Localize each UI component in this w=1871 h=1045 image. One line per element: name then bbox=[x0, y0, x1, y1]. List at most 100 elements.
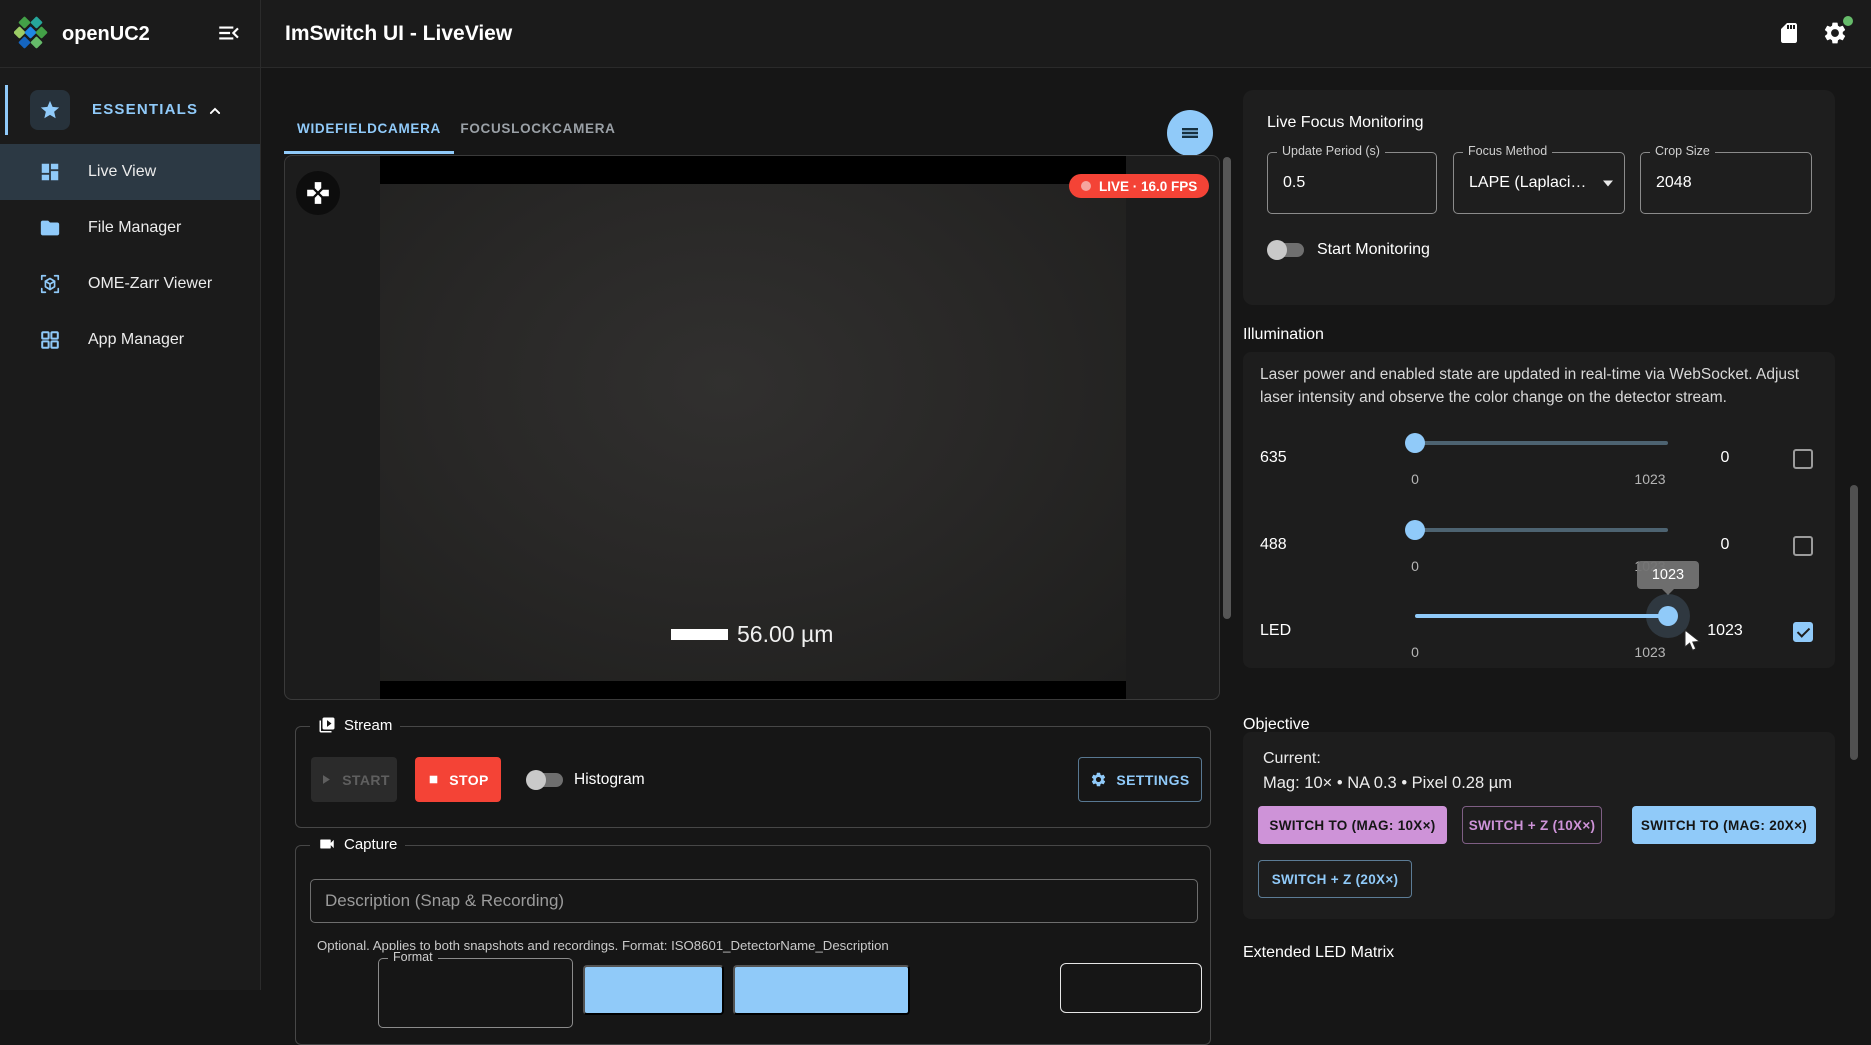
objective-current-value: Mag: 10× • NA 0.3 • Pixel 0.28 µm bbox=[1263, 774, 1512, 793]
stream-legend: Stream bbox=[310, 716, 400, 734]
sidebar-item-label: App Manager bbox=[88, 312, 184, 368]
sidebar-item-label: File Manager bbox=[88, 200, 181, 256]
essentials-badge bbox=[30, 90, 70, 130]
sidebar-section-essentials[interactable]: ESSENTIALS bbox=[0, 85, 260, 135]
slider-max-label: 1023 bbox=[1628, 644, 1672, 660]
sidebar-item-live-view[interactable]: Live View bbox=[0, 144, 260, 200]
capture-action-button-3[interactable] bbox=[1060, 963, 1202, 1013]
sidebar-item-file-manager[interactable]: File Manager bbox=[0, 200, 260, 256]
format-select[interactable]: Format bbox=[378, 958, 573, 1028]
scale-bar-label: 56.00 µm bbox=[737, 621, 833, 648]
update-period-field[interactable]: Update Period (s) 0.5 bbox=[1267, 152, 1437, 214]
capture-action-button-1[interactable] bbox=[583, 965, 724, 1015]
section-label: ESSENTIALS bbox=[92, 85, 198, 135]
chevron-up-icon[interactable] bbox=[205, 101, 225, 121]
update-period-value: 0.5 bbox=[1283, 153, 1408, 213]
cursor-pointer bbox=[1683, 629, 1705, 653]
laser-488-slider[interactable] bbox=[1415, 528, 1668, 532]
slider-value-tooltip: 1023 bbox=[1637, 561, 1699, 589]
start-stream-button[interactable]: START bbox=[311, 757, 397, 802]
viewer-menu-button[interactable] bbox=[1167, 110, 1213, 156]
illumination-heading: Illumination bbox=[1243, 326, 1324, 344]
page-title: ImSwitch UI - LiveView bbox=[285, 0, 512, 67]
slider-min-label: 0 bbox=[1395, 644, 1435, 660]
histogram-toggle[interactable] bbox=[526, 768, 566, 792]
laser-635-enable-checkbox[interactable] bbox=[1793, 449, 1813, 469]
tab-focuslockcamera[interactable]: FOCUSLOCKCAMERA bbox=[460, 106, 616, 151]
stop-icon bbox=[427, 773, 440, 786]
switch-z-20x-button[interactable]: SWITCH + Z (20X×) bbox=[1258, 860, 1412, 898]
pan-control-button[interactable] bbox=[296, 171, 340, 215]
live-status-badge: LIVE · 16.0 FPS bbox=[1069, 174, 1209, 198]
live-view-panel: LIVE · 16.0 FPS 56.00 µm bbox=[284, 155, 1220, 700]
star-icon bbox=[39, 99, 61, 121]
laser-635-slider[interactable] bbox=[1415, 441, 1668, 445]
start-monitoring-toggle[interactable] bbox=[1267, 238, 1307, 262]
stream-settings-button[interactable]: SETTINGS bbox=[1078, 757, 1202, 802]
brand-name: openUC2 bbox=[62, 0, 150, 68]
sidebar-collapse-button[interactable] bbox=[214, 20, 244, 48]
illumination-card: Laser power and enabled state are update… bbox=[1243, 352, 1835, 668]
tab-label: WIDEFIELDCAMERA bbox=[297, 121, 441, 136]
pan-dpad-icon bbox=[305, 180, 331, 206]
play-icon bbox=[318, 772, 333, 787]
focus-card-title: Live Focus Monitoring bbox=[1267, 114, 1424, 132]
led-slider[interactable] bbox=[1415, 614, 1668, 618]
sd-card-button[interactable] bbox=[1774, 20, 1804, 48]
settings-gear-icon bbox=[1090, 771, 1107, 788]
settings-label: SETTINGS bbox=[1116, 772, 1189, 788]
laser-635-value: 0 bbox=[1685, 449, 1765, 467]
camera-stream bbox=[380, 156, 1126, 700]
laser-488-label: 488 bbox=[1260, 536, 1287, 554]
slider-thumb[interactable] bbox=[1405, 433, 1425, 453]
section-active-bar bbox=[5, 85, 8, 135]
slider-max-label: 1023 bbox=[1628, 471, 1672, 487]
tab-label: FOCUSLOCKCAMERA bbox=[460, 121, 615, 136]
slider-min-label: 0 bbox=[1395, 558, 1435, 574]
stream-section: Stream START STOP Histogram SETTINGS bbox=[295, 726, 1211, 828]
capture-legend: Capture bbox=[310, 835, 405, 853]
stop-stream-button[interactable]: STOP bbox=[415, 757, 501, 802]
sidebar-item-app-manager[interactable]: App Manager bbox=[0, 312, 260, 368]
slider-min-label: 0 bbox=[1395, 471, 1435, 487]
top-app-bar: openUC2 ImSwitch UI - LiveView bbox=[0, 0, 1871, 68]
laser-635-label: 635 bbox=[1260, 449, 1287, 467]
stop-label: STOP bbox=[449, 772, 488, 788]
switch-mag-20x-button[interactable]: SWITCH TO (MAG: 20X×) bbox=[1632, 806, 1816, 844]
page-scrollbar[interactable] bbox=[1850, 485, 1858, 760]
sidebar-item-label: OME-Zarr Viewer bbox=[88, 256, 212, 312]
switch-mag-10x-button[interactable]: SWITCH TO (MAG: 10X×) bbox=[1258, 806, 1447, 844]
folder-icon bbox=[39, 217, 61, 239]
dashboard-icon bbox=[39, 161, 61, 183]
focus-method-select[interactable]: Focus Method LAPE (Laplaci… bbox=[1453, 152, 1625, 214]
zarr-cube-icon bbox=[39, 273, 61, 295]
led-label: LED bbox=[1260, 622, 1291, 640]
videocam-icon bbox=[318, 835, 336, 853]
laser-488-enable-checkbox[interactable] bbox=[1793, 536, 1813, 556]
menu-icon bbox=[1178, 121, 1202, 145]
focus-method-value: LAPE (Laplaci… bbox=[1469, 153, 1596, 213]
live-dot bbox=[1081, 181, 1091, 191]
openuc2-logo bbox=[14, 14, 54, 54]
menu-open-icon bbox=[216, 20, 242, 46]
sidebar: ESSENTIALS Live View File Manager OME-Za… bbox=[0, 68, 260, 990]
tab-widefieldcamera[interactable]: WIDEFIELDCAMERA bbox=[284, 106, 454, 151]
sidebar-item-label: Live View bbox=[88, 144, 156, 200]
viewer-column-scrollbar[interactable] bbox=[1223, 157, 1231, 619]
capture-action-button-2[interactable] bbox=[733, 965, 910, 1015]
scale-bar bbox=[671, 629, 728, 640]
slider-thumb[interactable] bbox=[1405, 520, 1425, 540]
connection-status-dot bbox=[1843, 16, 1853, 26]
slider-thumb[interactable] bbox=[1658, 606, 1678, 626]
settings-gear-button[interactable] bbox=[1820, 20, 1850, 48]
objective-card: Current: Mag: 10× • NA 0.3 • Pixel 0.28 … bbox=[1243, 732, 1835, 919]
led-enable-checkbox[interactable] bbox=[1793, 622, 1813, 642]
start-label: START bbox=[342, 772, 390, 788]
description-input[interactable] bbox=[310, 879, 1198, 923]
crop-size-field[interactable]: Crop Size 2048 bbox=[1640, 152, 1812, 214]
objective-current-label: Current: bbox=[1263, 750, 1321, 768]
switch-z-10x-button[interactable]: SWITCH + Z (10X×) bbox=[1462, 806, 1602, 844]
live-focus-monitoring-card: Live Focus Monitoring Update Period (s) … bbox=[1243, 90, 1835, 305]
sidebar-item-ome-zarr-viewer[interactable]: OME-Zarr Viewer bbox=[0, 256, 260, 312]
capture-section: Capture Optional. Applies to both snapsh… bbox=[295, 845, 1211, 1045]
